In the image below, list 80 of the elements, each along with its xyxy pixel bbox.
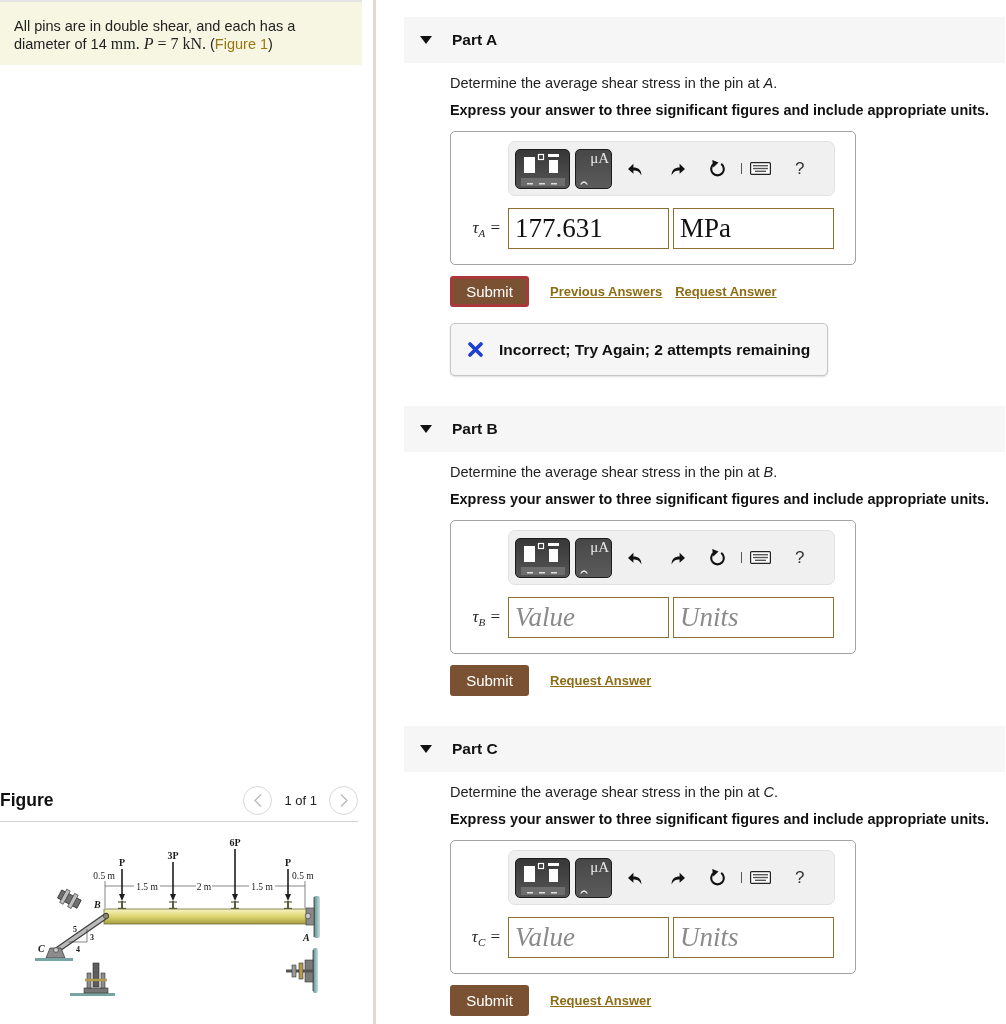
instruction-text: Express your answer to three significant figures and include appropriate units.: [450, 490, 990, 508]
point-label: C: [38, 943, 45, 954]
units-field[interactable]: MPa: [673, 208, 834, 249]
load-label: 3P: [167, 850, 179, 861]
answer-link[interactable]: Request Answer: [550, 673, 652, 688]
caret-icon: [420, 36, 432, 44]
template-icon: [520, 860, 565, 895]
point-label: A: [303, 932, 310, 943]
instruction-text: Express your answer to three significant figures and include appropriate units.: [450, 810, 990, 828]
dimension-label: 0.5 m: [93, 871, 115, 881]
help-button[interactable]: ?: [793, 547, 807, 568]
pin-detail-drawing: [70, 962, 115, 996]
load-label: P: [118, 857, 126, 868]
help-button[interactable]: ?: [793, 158, 807, 179]
template-icon: [520, 151, 565, 186]
part-header[interactable]: Part A: [404, 17, 1005, 63]
units-field[interactable]: Units: [673, 597, 834, 638]
answer-label: τ$_{B}$ =: [472, 606, 501, 629]
reset-icon[interactable]: [709, 868, 726, 887]
reset-icon[interactable]: [709, 159, 726, 178]
point-label: B: [94, 899, 101, 910]
load-arrow: [283, 868, 293, 909]
units-button[interactable]: μA: [575, 537, 612, 578]
pin-detail-drawing: [286, 948, 318, 993]
figure-link[interactable]: Figure 1: [214, 36, 269, 52]
link-member: [54, 913, 109, 953]
dimension-label: 1.5 m: [136, 881, 158, 892]
curve-icon: [580, 179, 588, 185]
answer-label: τ$_{C}$ =: [471, 926, 501, 949]
feedback-text: Incorrect; Try Again; 2 attempts remaining: [499, 340, 811, 359]
keyboard-icon[interactable]: [750, 551, 771, 564]
reset-icon[interactable]: [709, 548, 726, 567]
pin-support: [35, 947, 73, 961]
slope-label: 5: [73, 925, 77, 934]
cross-icon: [468, 342, 483, 357]
units-button[interactable]: μA: [575, 148, 612, 189]
templates-button[interactable]: [515, 857, 570, 898]
load-label: P: [284, 857, 292, 868]
part-header[interactable]: Part C: [404, 726, 1005, 772]
instruction-text: Express your answer to three significant figures and include appropriate units.: [450, 101, 990, 119]
curve-icon: [580, 568, 588, 574]
slope-label: 4: [76, 945, 80, 954]
units-field[interactable]: Units: [673, 917, 834, 958]
caret-icon: [420, 745, 432, 753]
answer-link[interactable]: Request Answer: [675, 284, 777, 299]
template-icon: [520, 540, 565, 575]
load-arrow: [117, 868, 127, 909]
templates-button[interactable]: [515, 537, 570, 578]
submit-button[interactable]: Submit: [450, 985, 529, 1016]
keyboard-icon[interactable]: [750, 871, 771, 884]
value-field[interactable]: Value: [508, 597, 669, 638]
answer-link[interactable]: Request Answer: [550, 993, 652, 1008]
question-text: Determine the average shear stress in the pin at B.: [450, 463, 779, 481]
keyboard-icon[interactable]: [750, 162, 771, 175]
part-header[interactable]: Part B: [404, 406, 1005, 452]
answer-link[interactable]: Previous Answers: [550, 284, 663, 299]
submit-button[interactable]: Submit: [450, 665, 529, 696]
dimension-label: 0.5 m: [292, 871, 314, 881]
value-field[interactable]: Value: [508, 917, 669, 958]
chevron-right-icon: [339, 793, 348, 807]
value-field[interactable]: 177.631: [508, 208, 669, 249]
submit-button[interactable]: Submit: [450, 276, 529, 307]
load-label: 6P: [229, 837, 241, 848]
question-text: Determine the average shear stress in the pin at C.: [450, 783, 780, 801]
curve-icon: [580, 888, 588, 894]
caret-icon: [420, 425, 432, 433]
slope-label: 3: [90, 933, 94, 942]
load-arrow: [168, 861, 178, 909]
load-arrow: [230, 848, 240, 909]
help-button[interactable]: ?: [793, 867, 807, 888]
units-button[interactable]: μA: [575, 857, 612, 898]
problem-statement: All pins are in double shear, and each has a diameter of 14 mm. P = 7 kN. (Figure 1): [14, 17, 297, 53]
question-text: Determine the average shear stress in the pin at A.: [450, 74, 779, 92]
dimension-label: 2 m: [196, 881, 212, 892]
page-counter: 1 of 1: [284, 792, 317, 808]
figure-heading: Figure: [0, 789, 54, 811]
chevron-left-icon: [253, 793, 262, 807]
templates-button[interactable]: [515, 148, 570, 189]
dimension-label: 1.5 m: [251, 881, 273, 892]
answer-label: τ$_{A}$ =: [472, 217, 501, 240]
